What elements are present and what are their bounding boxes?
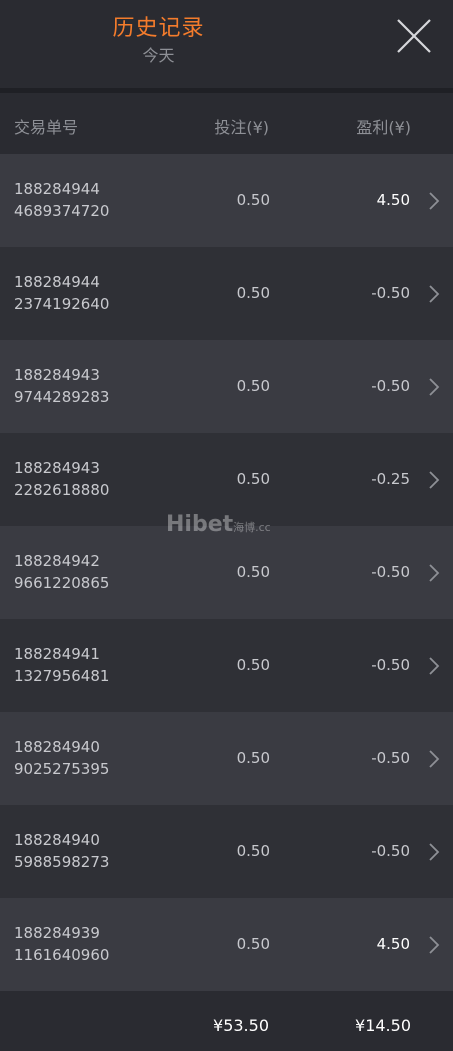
- order-id-line2: 1327956481: [14, 667, 110, 685]
- order-id-line1: 188284944: [14, 273, 100, 291]
- close-button[interactable]: [395, 17, 433, 55]
- chevron-right-icon: [429, 657, 440, 675]
- profit-amount: -0.50: [371, 284, 410, 302]
- table-row[interactable]: 188284943 9744289283 0.50 -0.50: [0, 340, 453, 433]
- page-title: 历史记录: [112, 16, 205, 41]
- order-id-line2: 5988598273: [14, 853, 110, 871]
- order-id-line1: 188284940: [14, 738, 100, 756]
- order-id-line2: 2374192640: [14, 295, 110, 313]
- table-row[interactable]: 188284942 9661220865 0.50 -0.50: [0, 526, 453, 619]
- bet-amount: 0.50: [236, 563, 270, 581]
- profit-amount: -0.50: [371, 749, 410, 767]
- column-header-profit: 盈利(¥): [356, 118, 411, 137]
- bet-amount: 0.50: [236, 656, 270, 674]
- order-id-line2: 2282618880: [14, 481, 110, 499]
- bet-amount: 0.50: [236, 749, 270, 767]
- table-row[interactable]: 188284940 5988598273 0.50 -0.50: [0, 805, 453, 898]
- close-icon: [397, 19, 431, 53]
- order-id-line1: 188284944: [14, 180, 100, 198]
- order-id-line1: 188284942: [14, 552, 100, 570]
- chevron-right-icon: [429, 192, 440, 210]
- table-header: 交易单号 投注(¥) 盈利(¥): [0, 93, 453, 154]
- order-id-line1: 188284943: [14, 366, 100, 384]
- order-id-line1: 188284941: [14, 645, 100, 663]
- watermark: Hibet海博.cc: [166, 512, 271, 537]
- column-header-bet: 投注(¥): [214, 118, 269, 137]
- table-row[interactable]: 188284944 4689374720 0.50 4.50: [0, 154, 453, 247]
- order-id-line2: 1161640960: [14, 946, 110, 964]
- table-row[interactable]: 188284941 1327956481 0.50 -0.50: [0, 619, 453, 712]
- header: 历史记录 今天: [0, 0, 453, 88]
- order-id-line1: 188284943: [14, 459, 100, 477]
- order-id-line1: 188284939: [14, 924, 100, 942]
- table-row[interactable]: 188284944 2374192640 0.50 -0.50: [0, 247, 453, 340]
- bet-amount: 0.50: [236, 842, 270, 860]
- chevron-right-icon: [429, 285, 440, 303]
- chevron-right-icon: [429, 564, 440, 582]
- order-id-line1: 188284940: [14, 831, 100, 849]
- profit-amount: -0.50: [371, 656, 410, 674]
- total-profit: ¥14.50: [355, 1016, 411, 1035]
- profit-amount: -0.50: [371, 842, 410, 860]
- chevron-right-icon: [429, 471, 440, 489]
- bet-amount: 0.50: [236, 377, 270, 395]
- chevron-right-icon: [429, 843, 440, 861]
- profit-amount: -0.50: [371, 563, 410, 581]
- chevron-right-icon: [429, 378, 440, 396]
- column-header-id: 交易单号: [14, 118, 79, 137]
- page-subtitle: 今天: [142, 46, 175, 65]
- table-row[interactable]: 188284940 9025275395 0.50 -0.50: [0, 712, 453, 805]
- order-id-line2: 4689374720: [14, 202, 110, 220]
- watermark-suffix: 海博.cc: [233, 521, 271, 534]
- order-id-line2: 9661220865: [14, 574, 110, 592]
- history-list: 188284944 4689374720 0.50 4.50 188284944…: [0, 154, 453, 991]
- bet-amount: 0.50: [236, 284, 270, 302]
- chevron-right-icon: [429, 750, 440, 768]
- order-id-line2: 9744289283: [14, 388, 110, 406]
- chevron-right-icon: [429, 936, 440, 954]
- profit-amount: -0.25: [371, 470, 410, 488]
- bet-amount: 0.50: [236, 935, 270, 953]
- order-id-line2: 9025275395: [14, 760, 110, 778]
- table-row[interactable]: 188284939 1161640960 0.50 4.50: [0, 898, 453, 991]
- profit-amount: 4.50: [376, 191, 410, 209]
- profit-amount: 4.50: [376, 935, 410, 953]
- profit-amount: -0.50: [371, 377, 410, 395]
- totals-footer: ¥53.50 ¥14.50: [0, 991, 453, 1051]
- bet-amount: 0.50: [236, 191, 270, 209]
- total-bet: ¥53.50: [213, 1016, 269, 1035]
- watermark-text: Hibet: [166, 512, 234, 537]
- bet-amount: 0.50: [236, 470, 270, 488]
